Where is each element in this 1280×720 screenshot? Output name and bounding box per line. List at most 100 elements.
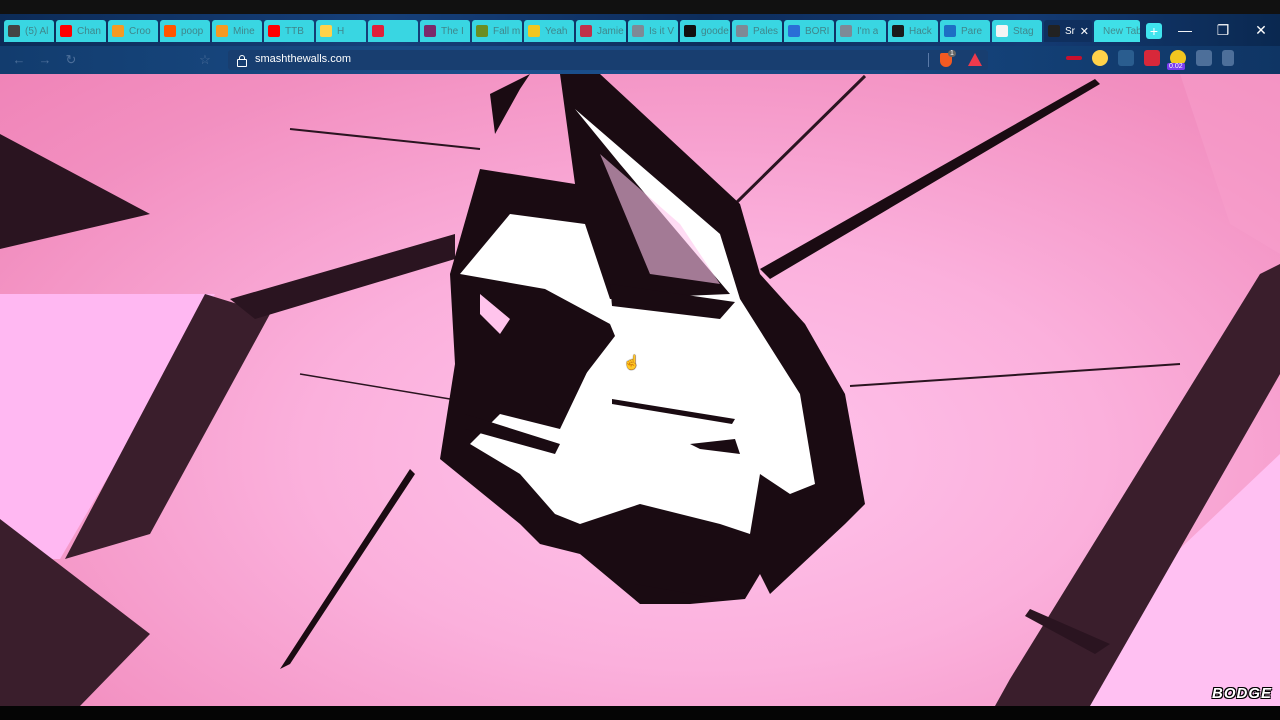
tab-title: Is it V: [649, 25, 675, 37]
browser-tab[interactable]: Pare: [940, 20, 990, 42]
close-window-button[interactable]: ✕: [1242, 14, 1280, 46]
tab-title: Jamie: [597, 25, 624, 37]
browser-tab[interactable]: New Tab: [1094, 20, 1140, 42]
tab-title: Sr: [1065, 25, 1075, 37]
browser-tab[interactable]: Fall m: [472, 20, 522, 42]
window-controls: — ❐ ✕: [1166, 14, 1280, 46]
crack-line: [289, 128, 481, 150]
tab-title: Yeah: [545, 25, 568, 37]
zzz-icon: [788, 25, 800, 37]
browser-tab[interactable]: Jamie: [576, 20, 626, 42]
tab-close-icon[interactable]: ✕: [1080, 25, 1089, 38]
tab-title: I'm a: [857, 25, 879, 37]
url-divider: [928, 53, 929, 67]
browser-tab[interactable]: Croo: [108, 20, 158, 42]
browser-tab[interactable]: TTB: [264, 20, 314, 42]
forward-button[interactable]: →: [36, 51, 54, 69]
back-button[interactable]: ←: [10, 51, 28, 69]
extension-record-icon[interactable]: [1144, 50, 1160, 66]
puzzle-icon[interactable]: [1196, 50, 1212, 66]
browser-tab[interactable]: Sr ✕: [1044, 20, 1092, 42]
tab-title: Chan: [77, 25, 101, 37]
tab-title: Mine: [233, 25, 255, 37]
menu-icon[interactable]: [1222, 50, 1234, 66]
tab-title: Pare: [961, 25, 983, 37]
record-icon: [372, 25, 384, 37]
bookmark-icon[interactable]: ☆: [196, 51, 214, 69]
soundcloud-icon: [164, 25, 176, 37]
browser-tab[interactable]: Hack: [888, 20, 938, 42]
black-square-icon: [684, 25, 696, 37]
top-letterbox: [0, 0, 1280, 14]
shard-left-top: [0, 134, 150, 249]
tab-title: Fall m: [493, 25, 521, 37]
lock-icon[interactable]: [237, 55, 247, 67]
new-tab-button[interactable]: +: [1146, 23, 1162, 39]
youtube-icon: [268, 25, 280, 37]
browser-tab[interactable]: Yeah: [524, 20, 574, 42]
bottom-letterbox: [0, 706, 1280, 720]
browser-tab[interactable]: Mine: [212, 20, 262, 42]
shard-bar: [230, 234, 455, 319]
tab-title: poop: [181, 25, 204, 37]
browser-tab[interactable]: Is it V: [628, 20, 678, 42]
tab-title: Pales: [753, 25, 779, 37]
browser-tab[interactable]: Pales: [732, 20, 782, 42]
minimize-button[interactable]: —: [1166, 14, 1204, 46]
hand-pointer-icon: ☝: [623, 354, 641, 370]
extensions-bar: 0.02: [1066, 50, 1244, 70]
roblox-icon: [8, 25, 20, 37]
browser-tab[interactable]: Chan: [56, 20, 106, 42]
address-bar[interactable]: smashthewalls.com 1: [228, 50, 988, 70]
crack-line: [849, 363, 1181, 387]
youtube-icon: [60, 25, 72, 37]
browser-tab[interactable]: I'm a: [836, 20, 886, 42]
crack-line: [299, 373, 451, 400]
crack-top: [490, 74, 530, 134]
square-icon: [424, 25, 436, 37]
browser-tab[interactable]: Stag: [992, 20, 1042, 42]
browser-tab[interactable]: [368, 20, 418, 42]
tab-strip: (5) Al Chan Croo poop Mine TTB H The I Fall m Yea…: [0, 14, 1280, 46]
browser-tab[interactable]: H: [316, 20, 366, 42]
crack-line: [733, 74, 867, 206]
browser-tab[interactable]: The I: [420, 20, 470, 42]
browser-tab[interactable]: (5) Al: [4, 20, 54, 42]
pumpkin-icon: [216, 25, 228, 37]
tab-title: Croo: [129, 25, 151, 37]
extension-lemon-icon[interactable]: [1092, 50, 1108, 66]
reload-button[interactable]: ↻: [62, 51, 80, 69]
white-square-icon: [996, 25, 1008, 37]
tab-title: H: [337, 25, 345, 37]
game-icon: [476, 25, 488, 37]
crack-long-right: [760, 79, 1100, 279]
maximize-button[interactable]: ❐: [1204, 14, 1242, 46]
extension-red-icon[interactable]: [1066, 56, 1082, 60]
blue-box-icon: [944, 25, 956, 37]
lemon-icon: [320, 25, 332, 37]
extension-badge: 0.02: [1167, 63, 1185, 70]
globe-icon: [736, 25, 748, 37]
brave-rewards-icon[interactable]: [968, 53, 982, 66]
tab-list: (5) Al Chan Croo poop Mine TTB H The I Fall m Yea…: [4, 20, 1162, 44]
shields-badge: 1: [948, 50, 956, 57]
url-text[interactable]: smashthewalls.com: [255, 53, 351, 65]
globe-icon: [840, 25, 852, 37]
shattered-wall-graphic: [0, 74, 1280, 706]
browser-tab[interactable]: poop: [160, 20, 210, 42]
crack-bottom: [280, 469, 415, 669]
tab-title: TTB: [285, 25, 304, 37]
extension-blue-icon[interactable]: [1118, 50, 1134, 66]
tab-title: (5) Al: [25, 25, 49, 37]
tab-title: BORI: [805, 25, 830, 37]
extension-coin-icon[interactable]: 0.02: [1167, 50, 1186, 70]
star-icon: [528, 25, 540, 37]
pumpkin-icon: [112, 25, 124, 37]
browser-tab[interactable]: BORI: [784, 20, 834, 42]
tab-title: The I: [441, 25, 464, 37]
browser-toolbar: ← → ↻ ☆ smashthewalls.com 1 0.02: [0, 46, 1280, 74]
watermark: BODGE: [1211, 685, 1272, 702]
game-canvas[interactable]: ☝ BODGE: [0, 74, 1280, 706]
tab-title: Hack: [909, 25, 932, 37]
browser-tab[interactable]: goode: [680, 20, 730, 42]
